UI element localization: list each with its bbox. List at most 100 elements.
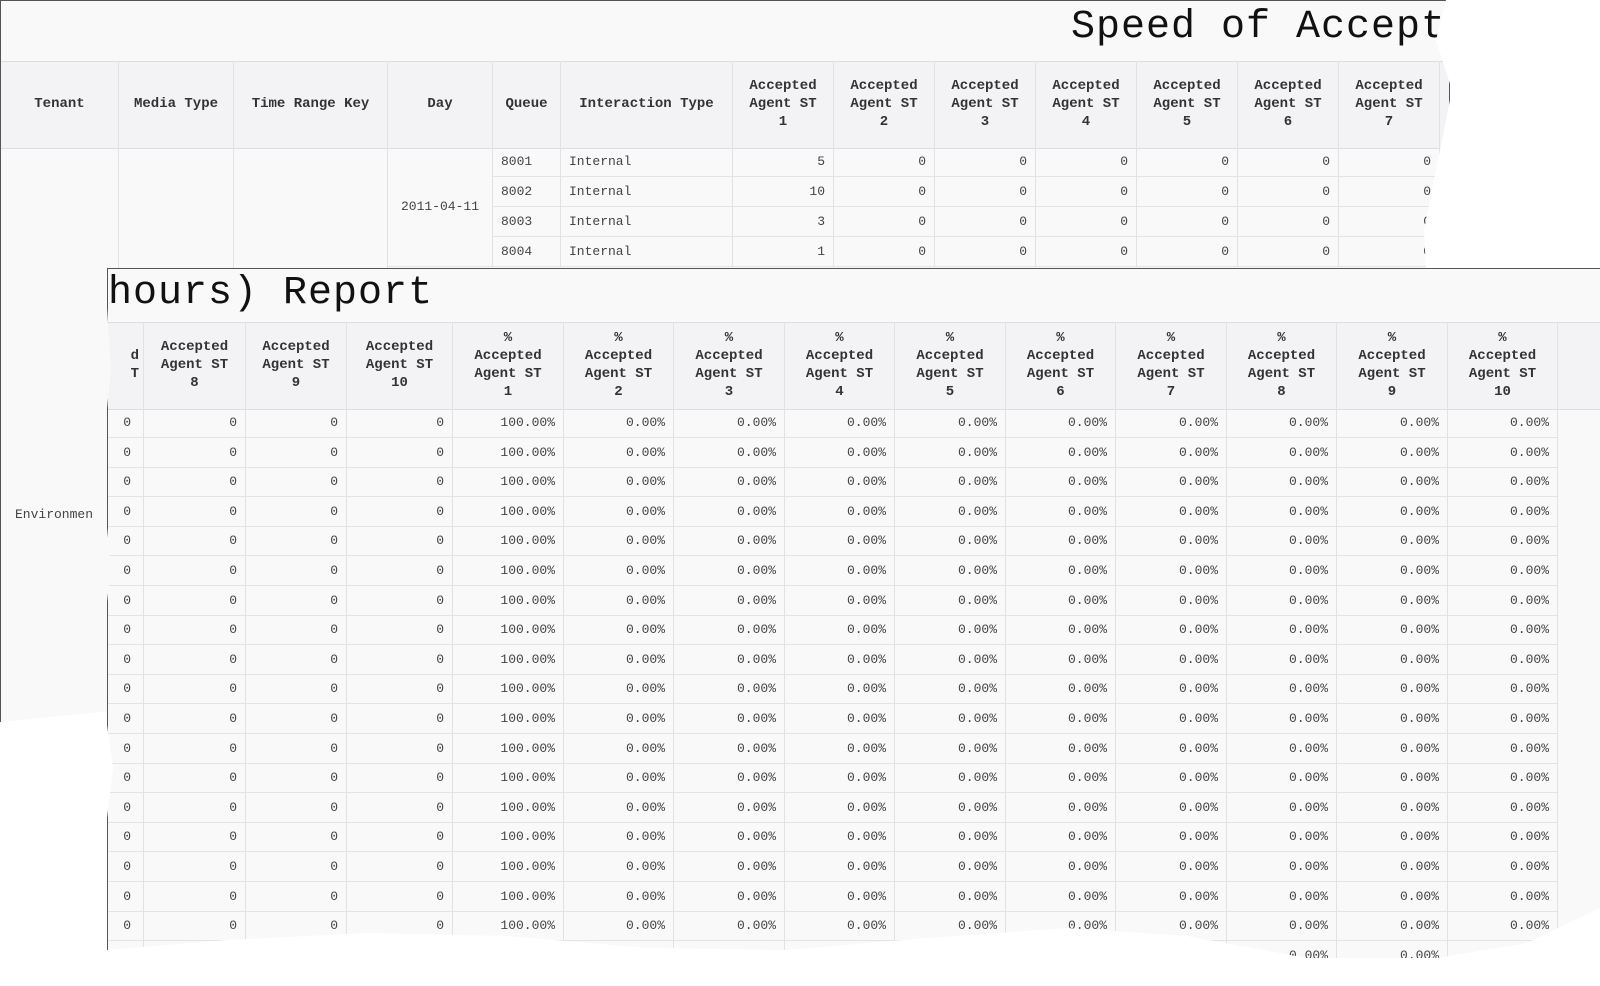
accepted-value-cell: 0 (935, 177, 1036, 207)
accepted-value-cell: 0 (347, 556, 453, 586)
percent-value-cell: 0.00% (1448, 704, 1558, 734)
accepted-value-cell: 0 (347, 674, 453, 704)
percent-value-cell: 0.00% (674, 882, 785, 912)
accepted-value-cell: 0 (144, 497, 246, 527)
accepted-value-cell: 0 (246, 408, 347, 438)
percent-value-cell: 0.00% (785, 734, 895, 764)
percent-value-cell: 0.00% (785, 941, 895, 958)
accepted-value-cell: 0 (246, 852, 347, 882)
percent-value-cell: 0.00% (1227, 615, 1337, 645)
percent-value-cell: 0.00% (1337, 941, 1448, 958)
percent-value-cell: 0.00% (1227, 556, 1337, 586)
percent-value-cell: 0.00% (1227, 586, 1337, 616)
percent-value-cell: 0.00% (1116, 438, 1227, 468)
accepted-value-cell: 0 (1036, 177, 1137, 207)
percent-value-cell: 0.00% (564, 822, 674, 852)
column-header: Tenant (1, 61, 119, 147)
column-header: Interaction Type (561, 61, 733, 147)
percent-value-cell: 100.00% (453, 822, 564, 852)
percent-value-cell: 0.00% (1227, 793, 1337, 823)
percent-value-cell: 0.00% (895, 763, 1006, 793)
accepted-value-cell: 0 (108, 822, 144, 852)
percent-value-cell: 0.00% (1337, 763, 1448, 793)
percent-value-cell: 0.00% (785, 615, 895, 645)
accepted-value-cell: 0 (834, 237, 935, 267)
accepted-value-cell: 0 (1339, 237, 1440, 267)
percent-value-cell: 100.00% (453, 497, 564, 527)
accepted-value-cell: 0 (108, 467, 144, 497)
accepted-value-cell: 0 (108, 734, 144, 764)
percent-value-cell: 0.00% (895, 497, 1006, 527)
percent-value-cell: 0.00% (674, 704, 785, 734)
column-header: Accepted Agent ST 6 (1238, 61, 1339, 147)
percent-value-cell: 0.00% (564, 674, 674, 704)
percent-value-cell: 0.00% (1006, 882, 1116, 912)
percent-value-cell: 0.00% (674, 852, 785, 882)
percent-value-cell: 0.00% (1448, 645, 1558, 675)
accepted-value-cell: 0 (144, 438, 246, 468)
accepted-value-cell: 0 (144, 734, 246, 764)
percent-value-cell: 0.00% (564, 852, 674, 882)
percent-value-cell: 0.00% (1006, 674, 1116, 704)
column-header: % Accepted Agent ST 1 (453, 322, 564, 408)
accepted-value-cell: 0 (935, 147, 1036, 177)
percent-value-cell: 0.00% (785, 586, 895, 616)
percent-value-cell: 0.00% (564, 645, 674, 675)
percent-value-cell: 0.00% (1116, 674, 1227, 704)
accepted-value-cell: 0 (144, 704, 246, 734)
percent-value-cell: 100.00% (453, 882, 564, 912)
percent-value-cell: 0.00% (1337, 467, 1448, 497)
accepted-value-cell: 0 (144, 763, 246, 793)
accepted-value-cell: 0 (108, 763, 144, 793)
accepted-value-cell: 0 (144, 408, 246, 438)
accepted-value-cell: 0 (347, 586, 453, 616)
percent-value-cell: 0.00% (1448, 438, 1558, 468)
column-header: Accepted Agent ST 2 (834, 61, 935, 147)
column-header: % Accepted Agent ST 8 (1227, 322, 1337, 408)
column-header: Time Range Key (234, 61, 388, 147)
percent-value-cell: 0.00% (1006, 911, 1116, 941)
percent-value-cell: 0.00% (1227, 674, 1337, 704)
interaction-type-cell: Internal (561, 237, 733, 267)
percent-value-cell: 100.00% (453, 408, 564, 438)
percent-value-cell: 0.00% (564, 408, 674, 438)
percent-value-cell: 0.00% (785, 497, 895, 527)
percent-value-cell: 0.00% (785, 526, 895, 556)
percent-value-cell: 0.00% (1006, 941, 1116, 958)
column-header: Accepted Agent ST 3 (935, 61, 1036, 147)
percent-value-cell: 0.00% (1337, 556, 1448, 586)
percent-value-cell: 0.00% (1448, 615, 1558, 645)
percent-value-cell: 0.00% (1006, 822, 1116, 852)
percent-value-cell: 0.00% (564, 734, 674, 764)
percent-value-cell: 0.00% (1006, 556, 1116, 586)
accepted-value-cell: 0 (144, 615, 246, 645)
percent-value-cell: 0.00% (1337, 793, 1448, 823)
percent-value-cell: 0.00% (1337, 497, 1448, 527)
accepted-value-cell: 0 (246, 882, 347, 912)
percent-value-cell: 0.00% (1227, 822, 1337, 852)
percent-value-cell: 0.00% (674, 467, 785, 497)
percent-value-cell: 0.00% (674, 497, 785, 527)
accepted-value-cell: 0 (144, 467, 246, 497)
accepted-value-cell: 0 (246, 467, 347, 497)
percent-value-cell: 0.00% (1227, 645, 1337, 675)
interaction-type-cell: Internal (561, 147, 733, 177)
percent-value-cell: 0.00% (564, 586, 674, 616)
percent-value-cell: 0.00% (1227, 911, 1337, 941)
column-header: Accepted Agent ST 5 (1137, 61, 1238, 147)
accepted-value-cell: 0 (1238, 177, 1339, 207)
accepted-value-cell: 0 (347, 467, 453, 497)
percent-value-cell: 0.00% (564, 941, 674, 958)
percent-value-cell: 0.00% (895, 734, 1006, 764)
accepted-value-cell: 0 (1339, 177, 1440, 207)
accepted-value-cell: 0 (1238, 207, 1339, 237)
percent-value-cell: 0.00% (1006, 852, 1116, 882)
percent-value-cell: 0.00% (785, 645, 895, 675)
percent-value-cell: 0.00% (1227, 526, 1337, 556)
percent-value-cell: 0.00% (1006, 615, 1116, 645)
percent-value-cell: 0.00% (785, 408, 895, 438)
percent-value-cell: 0.00% (1006, 763, 1116, 793)
percent-value-cell: 0.00% (1337, 911, 1448, 941)
percent-value-cell: 0.00% (895, 467, 1006, 497)
accepted-value-cell: 0 (347, 882, 453, 912)
